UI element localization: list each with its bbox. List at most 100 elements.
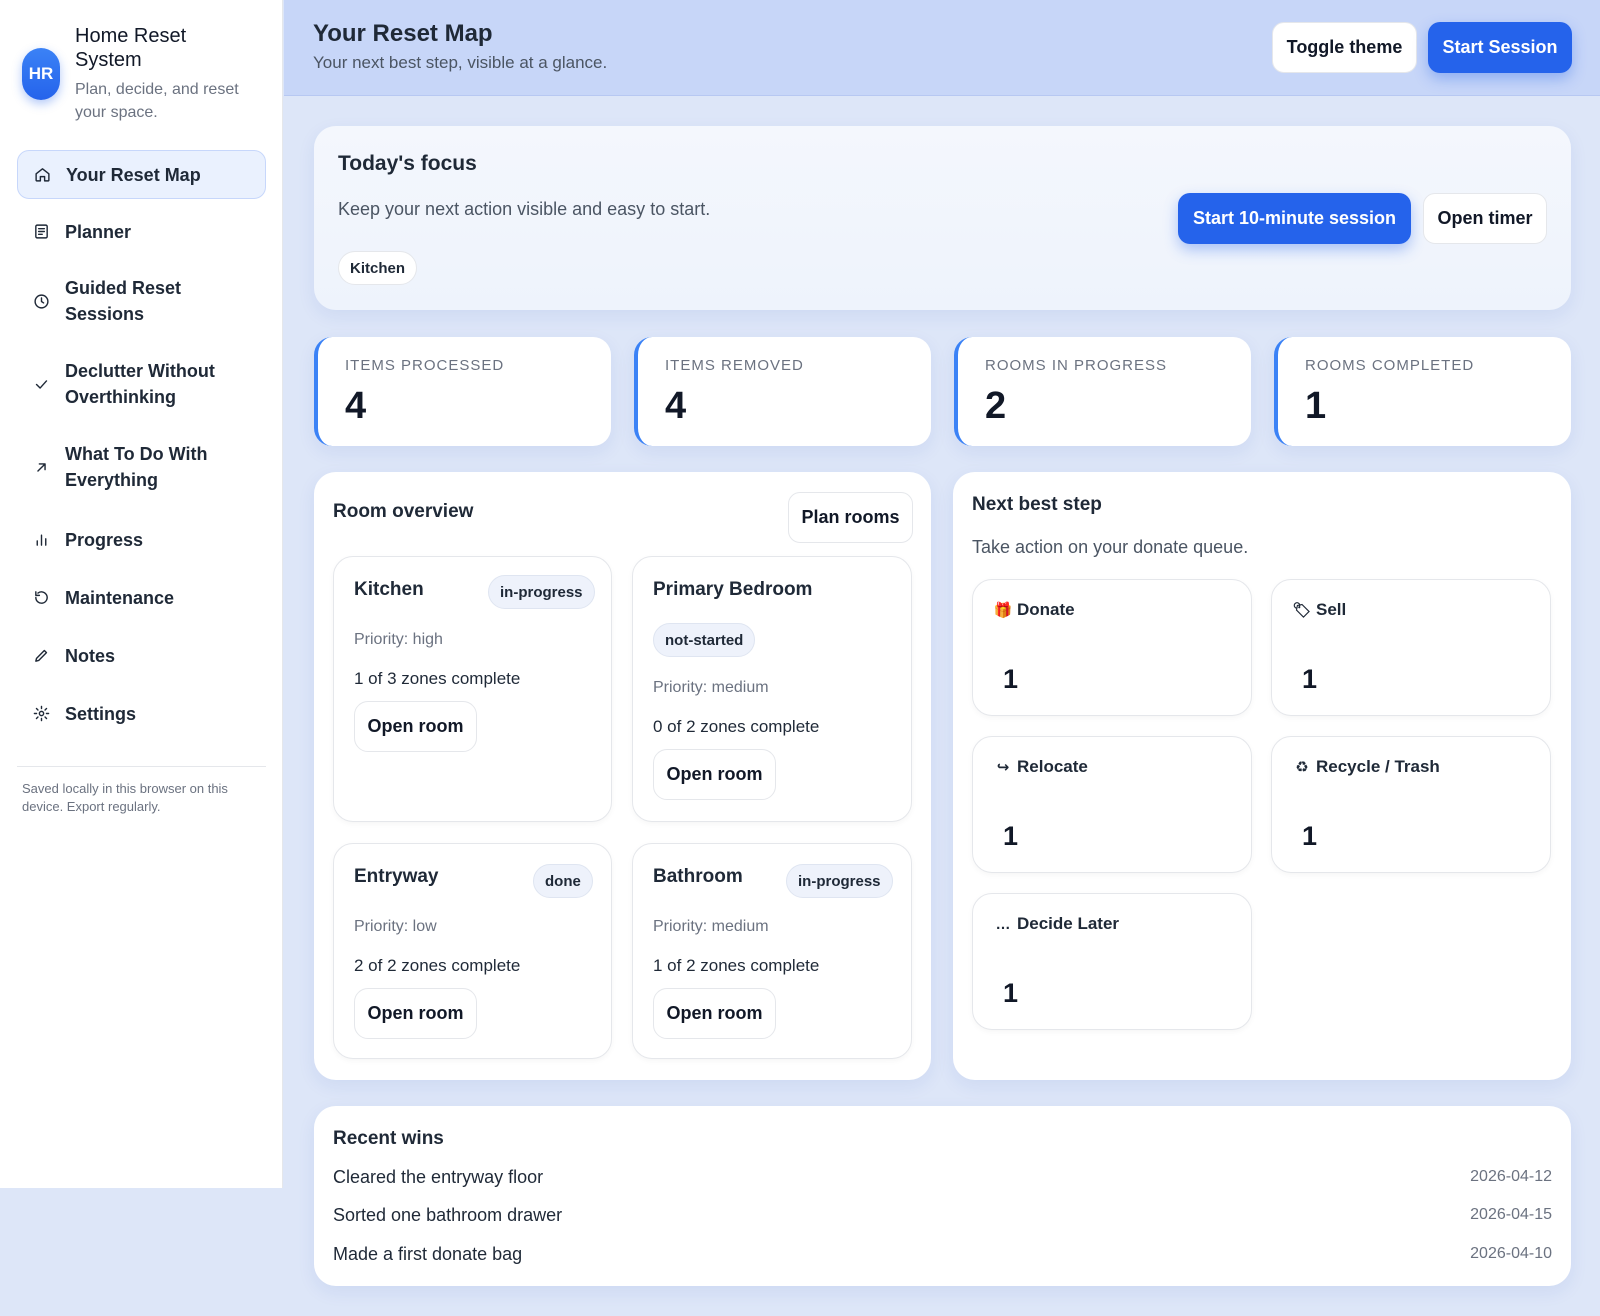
start-session-button[interactable]: Start Session (1428, 22, 1572, 73)
sidebar-item-guided-reset-sessions[interactable]: Guided Reset Sessions (17, 273, 266, 329)
room-card-primary-bedroom: Primary Bedroom not-started Priority: me… (632, 556, 912, 822)
room-zones: 1 of 3 zones complete (354, 669, 521, 688)
status-badge: done (533, 864, 593, 898)
sidebar-item-what-to-do[interactable]: What To Do With Everything (17, 439, 266, 495)
next-best-step-card: Next best step Take action on your donat… (953, 472, 1571, 1080)
gear-icon (17, 705, 65, 722)
brand: HR Home Reset System Plan, decide, and r… (22, 22, 262, 132)
tag-icon: 🏷 (1292, 602, 1312, 619)
room-overview-card: Room overview Plan rooms Kitchen in-prog… (314, 472, 931, 1080)
queue-label-text: Decide Later (1017, 914, 1120, 933)
stat-rooms-in-progress: ROOMS IN PROGRESS 2 (954, 337, 1251, 446)
win-text: Made a first donate bag (333, 1244, 523, 1264)
sidebar: HR Home Reset System Plan, decide, and r… (0, 0, 283, 1188)
queue-label: 🏷 Sell (1292, 600, 1346, 620)
storage-note: Saved locally in this browser on this de… (22, 781, 228, 814)
open-room-button[interactable]: Open room (354, 988, 477, 1039)
stat-items-processed: ITEMS PROCESSED 4 (314, 337, 611, 446)
room-name: Primary Bedroom (653, 579, 813, 600)
sidebar-item-label: Maintenance (65, 587, 175, 608)
plan-rooms-button[interactable]: Plan rooms (788, 492, 913, 543)
start-10-minute-session-button[interactable]: Start 10-minute session (1178, 193, 1411, 244)
queue-label: … Decide Later (993, 914, 1120, 934)
status-badge: in-progress (786, 864, 893, 898)
relocate-arrow-icon: ↪ (996, 759, 1010, 776)
refresh-icon (17, 589, 65, 606)
win-date: 2026-04-15 (1470, 1206, 1552, 1223)
stat-items-removed: ITEMS REMOVED 4 (634, 337, 931, 446)
queue-label: 🎁 Donate (993, 600, 1075, 620)
sidebar-item-label: Guided Reset Sessions (65, 278, 182, 324)
room-zones: 2 of 2 zones complete (354, 956, 521, 975)
room-name: Entryway (354, 866, 439, 887)
room-priority: Priority: high (354, 631, 443, 648)
queue-decide-later[interactable]: … Decide Later 1 (972, 893, 1252, 1030)
room-card-bathroom: Bathroom in-progress Priority: medium 1 … (632, 843, 912, 1059)
avatar: HR (22, 48, 60, 100)
queue-sell[interactable]: 🏷 Sell 1 (1271, 579, 1551, 716)
win-text: Sorted one bathroom drawer (333, 1205, 563, 1225)
ellipsis-icon: … (995, 915, 1011, 933)
queue-count: 1 (1302, 821, 1318, 851)
room-priority: Priority: low (354, 918, 437, 935)
sidebar-item-planner[interactable]: Planner (17, 207, 266, 256)
page-subtitle: Your next best step, visible at a glance… (313, 53, 608, 72)
sidebar-item-label: What To Do With Everything (65, 444, 208, 490)
stat-value: 4 (345, 385, 367, 427)
queue-label-text: Donate (1017, 600, 1075, 619)
sidebar-item-notes[interactable]: Notes (17, 631, 266, 680)
open-room-button[interactable]: Open room (653, 988, 776, 1039)
sidebar-item-label: Progress (65, 529, 144, 550)
queue-label-text: Recycle / Trash (1316, 757, 1440, 776)
sidebar-item-label: Planner (65, 221, 132, 242)
list-item: Made a first donate bag 2026-04-10 (333, 1244, 1552, 1268)
room-overview-title: Room overview (333, 501, 474, 522)
room-name: Kitchen (354, 579, 424, 600)
queue-count: 1 (1003, 821, 1019, 851)
open-timer-button[interactable]: Open timer (1423, 193, 1547, 244)
stat-value: 1 (1305, 385, 1327, 427)
next-step-title: Next best step (972, 494, 1102, 515)
focus-room-chip[interactable]: Kitchen (338, 251, 418, 285)
recent-wins-title: Recent wins (333, 1128, 444, 1149)
sidebar-item-label: Settings (65, 703, 137, 724)
queue-label: ↪ Relocate (993, 757, 1088, 777)
check-icon (17, 376, 65, 393)
sidebar-item-declutter[interactable]: Declutter Without Overthinking (17, 356, 266, 412)
queue-label: ♻ Recycle / Trash (1292, 757, 1440, 777)
sidebar-item-settings[interactable]: Settings (17, 689, 266, 738)
toggle-theme-button[interactable]: Toggle theme (1272, 22, 1417, 73)
focus-subtitle: Keep your next action visible and easy t… (338, 199, 711, 219)
room-zones: 1 of 2 zones complete (653, 956, 820, 975)
page-title: Your Reset Map (313, 20, 493, 47)
pencil-icon (17, 647, 65, 664)
win-date: 2026-04-10 (1470, 1245, 1552, 1262)
status-badge: in-progress (488, 575, 595, 609)
queue-recycle-trash[interactable]: ♻ Recycle / Trash 1 (1271, 736, 1551, 873)
clock-icon (17, 293, 65, 310)
top-header: Your Reset Map Your next best step, visi… (284, 0, 1600, 96)
room-card-kitchen: Kitchen in-progress Priority: high 1 of … (333, 556, 612, 822)
win-text: Cleared the entryway floor (333, 1167, 544, 1187)
open-room-button[interactable]: Open room (653, 749, 776, 800)
queue-count: 1 (1003, 978, 1019, 1008)
next-step-subtitle: Take action on your donate queue. (972, 537, 1249, 557)
queue-label-text: Relocate (1017, 757, 1088, 776)
stat-label: ROOMS COMPLETED (1305, 357, 1475, 374)
sidebar-item-your-reset-map[interactable]: Your Reset Map (17, 150, 266, 199)
stat-label: ROOMS IN PROGRESS (985, 357, 1168, 374)
queue-relocate[interactable]: ↪ Relocate 1 (972, 736, 1252, 873)
room-card-entryway: Entryway done Priority: low 2 of 2 zones… (333, 843, 612, 1059)
recycle-icon: ♻ (1295, 759, 1309, 776)
stat-value: 4 (665, 385, 687, 427)
sidebar-item-progress[interactable]: Progress (17, 515, 266, 564)
queue-donate[interactable]: 🎁 Donate 1 (972, 579, 1252, 716)
todays-focus-card: Today's focus Keep your next action visi… (314, 126, 1571, 310)
stat-rooms-completed: ROOMS COMPLETED 1 (1274, 337, 1571, 446)
open-room-button[interactable]: Open room (354, 701, 477, 752)
focus-title: Today's focus (338, 152, 477, 175)
sidebar-item-label: Your Reset Map (66, 164, 201, 185)
room-priority: Priority: medium (653, 918, 769, 935)
room-priority: Priority: medium (653, 679, 769, 696)
sidebar-item-maintenance[interactable]: Maintenance (17, 573, 266, 622)
